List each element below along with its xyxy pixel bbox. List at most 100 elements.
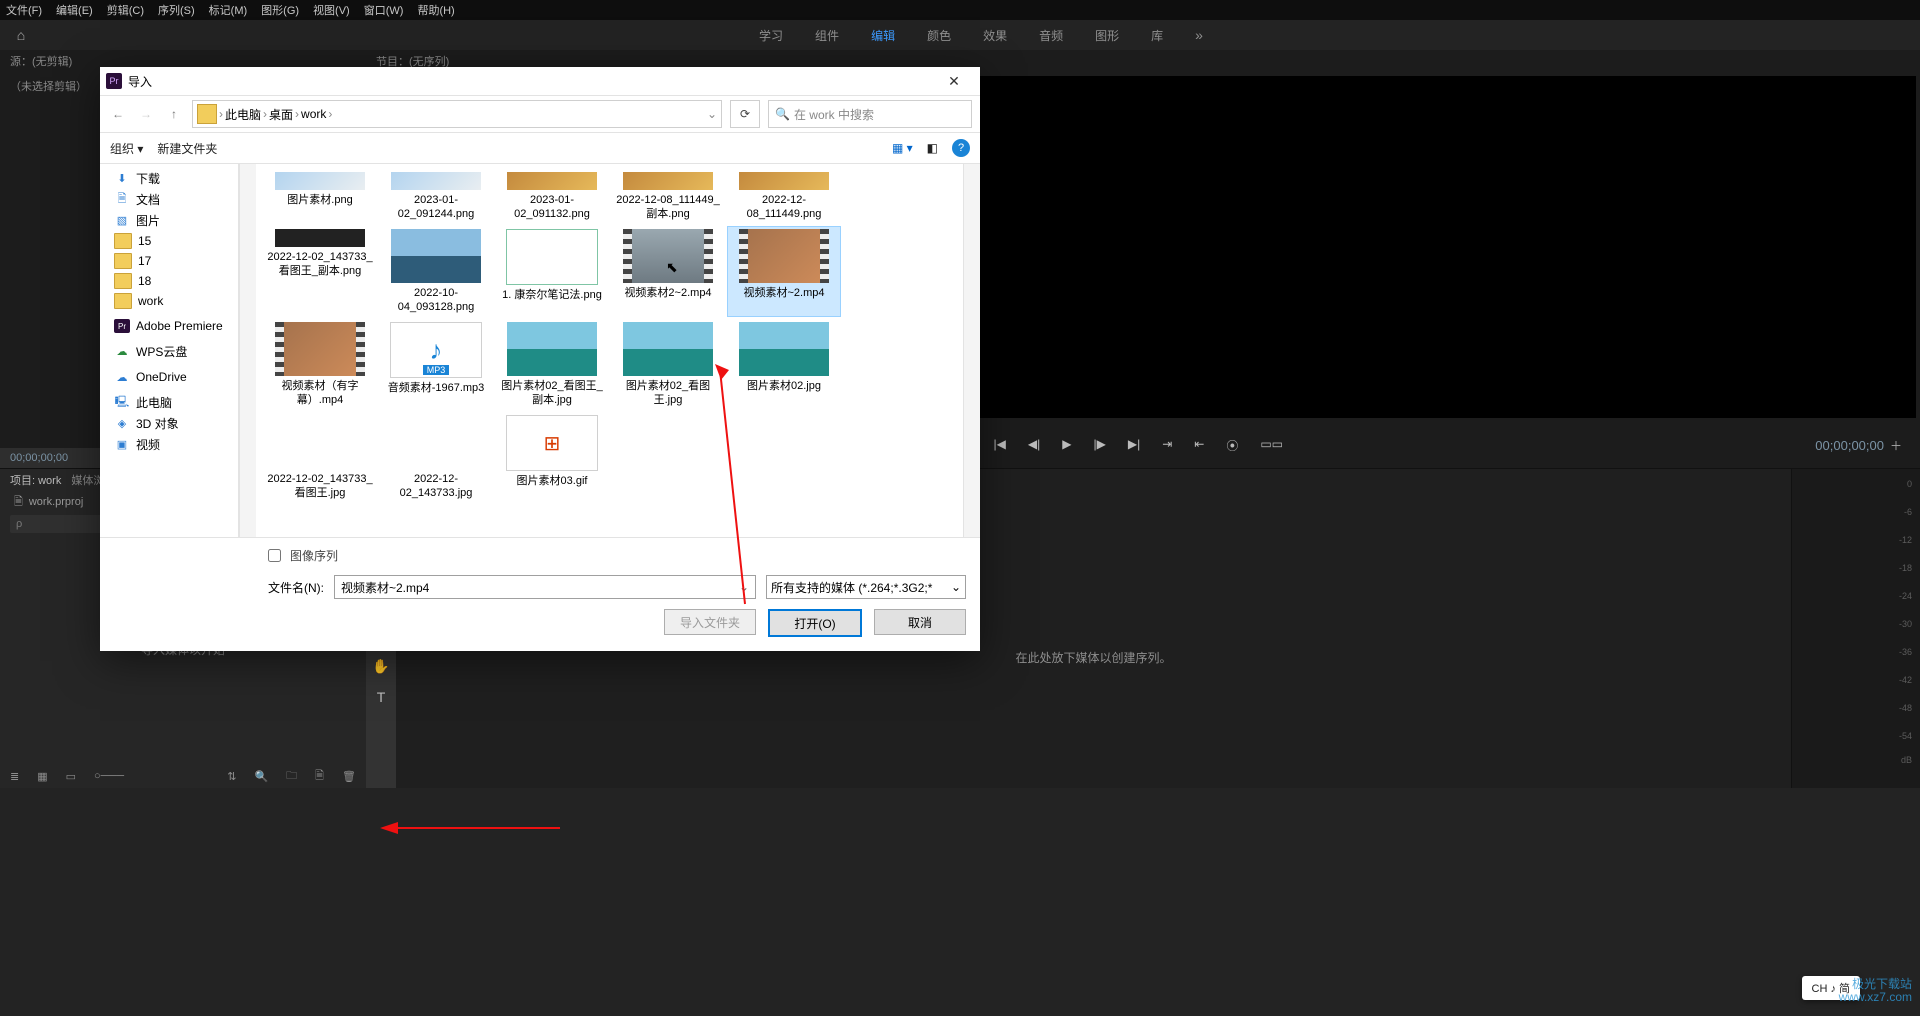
workspace-library[interactable]: 库 [1151, 27, 1163, 44]
source-tab[interactable]: 源：(无剪辑) [10, 53, 72, 69]
file-item[interactable]: 图片素材.png [264, 170, 376, 223]
open-button[interactable]: 打开(O) [768, 609, 862, 637]
file-item[interactable]: 图片素材02_看图王_副本.jpg [496, 320, 608, 409]
tree-wps[interactable]: ☁WPS云盘 [100, 341, 238, 362]
help-button[interactable]: ? [952, 139, 970, 157]
tree-documents[interactable]: 🗎文档 [100, 189, 238, 210]
type-tool-icon[interactable]: T [377, 689, 386, 705]
compare-icon[interactable]: ▭▭ [1260, 437, 1283, 454]
file-item[interactable]: 视频素材（有字幕）.mp4 [264, 320, 376, 409]
file-item[interactable]: ♪MP3音频素材-1967.mp3 [380, 320, 492, 409]
file-item[interactable]: 2022-12-02_143733.jpg [380, 413, 492, 502]
step-fwd-icon[interactable]: |▶ [1093, 437, 1105, 454]
refresh-button[interactable]: ⟳ [730, 100, 760, 128]
project-tab[interactable]: 项目: work [10, 472, 61, 488]
new-folder-button[interactable]: 新建文件夹 [157, 140, 217, 157]
tree-downloads[interactable]: ⬇下载 [100, 168, 238, 189]
workspace-more[interactable]: » [1195, 27, 1203, 43]
workspace-graphics[interactable]: 图形 [1095, 27, 1119, 44]
home-button[interactable]: ⌂ [0, 20, 42, 50]
export-frame-icon[interactable]: ⦿ [1226, 437, 1238, 454]
image-sequence-checkbox[interactable] [268, 549, 281, 562]
tree-folder-17[interactable]: 17 [100, 251, 238, 271]
lift-icon[interactable]: ⇥ [1162, 437, 1172, 454]
sort-icon[interactable]: ⇅ [227, 770, 236, 783]
chevron-down-icon[interactable]: ⌄ [739, 580, 749, 594]
menu-markers[interactable]: 标记(M) [209, 2, 248, 18]
tree-scrollbar[interactable] [239, 164, 256, 537]
menu-edit[interactable]: 编辑(E) [56, 2, 93, 18]
file-item[interactable]: 图片素材02.jpg [728, 320, 840, 409]
crumb-pc[interactable]: 此电脑 [225, 106, 261, 123]
find-icon[interactable]: 🔍 [254, 770, 268, 783]
file-item[interactable]: 2022-12-08_111449.png [728, 170, 840, 223]
filename-input[interactable]: 视频素材~2.mp4⌄ [334, 575, 756, 599]
menu-window[interactable]: 窗口(W) [364, 2, 404, 18]
preview-pane-button[interactable]: ◧ [927, 141, 938, 155]
file-item[interactable]: 2022-12-02_143733_看图王_副本.png [264, 227, 376, 316]
history-dropdown-icon[interactable]: ⌄ [707, 107, 717, 121]
tree-premiere[interactable]: PrAdobe Premiere [100, 317, 238, 335]
menu-view[interactable]: 视图(V) [313, 2, 350, 18]
file-item[interactable]: 2022-12-02_143733_看图王.jpg [264, 413, 376, 502]
menu-clip[interactable]: 剪辑(C) [107, 2, 144, 18]
up-button[interactable]: ↑ [164, 107, 184, 121]
workspace-assembly[interactable]: 组件 [815, 27, 839, 44]
icon-view-icon[interactable]: ▦ [37, 770, 47, 783]
close-button[interactable]: ✕ [934, 73, 974, 90]
menu-file[interactable]: 文件(F) [6, 2, 42, 18]
list-view-icon[interactable]: ≣ [10, 770, 19, 783]
breadcrumb[interactable]: › 此电脑› 桌面› work› ⌄ [192, 100, 722, 128]
go-out-icon[interactable]: ▶| [1128, 437, 1140, 454]
add-button-icon[interactable]: ＋ [1890, 437, 1902, 454]
file-item[interactable]: 2023-01-02_091132.png [496, 170, 608, 223]
chevron-down-icon: ⌄ [951, 580, 961, 594]
file-item[interactable]: 视频素材2~2.mp4 [612, 227, 724, 316]
tree-folder-15[interactable]: 15 [100, 231, 238, 251]
workspace-color[interactable]: 颜色 [927, 27, 951, 44]
tree-3d[interactable]: ◈3D 对象 [100, 413, 238, 434]
zoom-slider[interactable]: ○─── [94, 770, 124, 782]
tree-pictures[interactable]: ▧图片 [100, 210, 238, 231]
workspace-editing[interactable]: 编辑 [871, 27, 895, 44]
tree-onedrive[interactable]: ☁OneDrive [100, 368, 238, 386]
menu-sequence[interactable]: 序列(S) [158, 2, 195, 18]
hand-tool-icon[interactable]: ✋ [372, 658, 389, 675]
extract-icon[interactable]: ⇤ [1194, 437, 1204, 454]
file-scrollbar[interactable] [963, 164, 980, 537]
file-item-selected[interactable]: 视频素材~2.mp4 [728, 227, 840, 316]
organize-button[interactable]: 组织 ▾ [110, 140, 143, 157]
view-mode-button[interactable]: ▦ ▾ [892, 141, 913, 155]
forward-button[interactable]: → [136, 107, 156, 121]
workspace-audio[interactable]: 音频 [1039, 27, 1063, 44]
freeform-view-icon[interactable]: ▭ [66, 770, 76, 783]
import-folder-button[interactable]: 导入文件夹 [664, 609, 756, 635]
file-item[interactable]: 2022-12-08_111449_副本.png [612, 170, 724, 223]
play-icon[interactable]: ▶ [1062, 437, 1071, 454]
tree-this-pc[interactable]: 🖳此电脑 [100, 392, 238, 413]
workspace-learn[interactable]: 学习 [759, 27, 783, 44]
file-item[interactable]: ⊞图片素材03.gif [496, 413, 608, 502]
delete-icon[interactable]: 🗑 [342, 770, 356, 783]
document-icon: 🗎 [14, 493, 23, 512]
go-in-icon[interactable]: |◀ [994, 437, 1006, 454]
back-button[interactable]: ← [108, 107, 128, 121]
search-input[interactable]: 🔍 在 work 中搜索 [768, 100, 972, 128]
new-bin-icon[interactable]: 🗀 [286, 767, 297, 786]
file-item[interactable]: 2022-10-04_093128.png [380, 227, 492, 316]
crumb-desktop[interactable]: 桌面 [269, 106, 293, 123]
tree-folder-18[interactable]: 18 [100, 271, 238, 291]
file-item[interactable]: 图片素材02_看图王.jpg [612, 320, 724, 409]
filetype-select[interactable]: 所有支持的媒体 (*.264;*.3G2;*⌄ [766, 575, 966, 599]
menu-help[interactable]: 帮助(H) [417, 2, 454, 18]
crumb-work[interactable]: work [301, 107, 326, 121]
tree-folder-work[interactable]: work [100, 291, 238, 311]
step-back-icon[interactable]: ◀| [1028, 437, 1040, 454]
file-item[interactable]: 1. 康奈尔笔记法.png [496, 227, 608, 316]
tree-videos[interactable]: ▣视频 [100, 434, 238, 455]
workspace-effects[interactable]: 效果 [983, 27, 1007, 44]
file-item[interactable]: 2023-01-02_091244.png [380, 170, 492, 223]
menu-graphics[interactable]: 图形(G) [261, 2, 299, 18]
cancel-button[interactable]: 取消 [874, 609, 966, 635]
new-item-icon[interactable]: 🗎 [315, 767, 324, 786]
